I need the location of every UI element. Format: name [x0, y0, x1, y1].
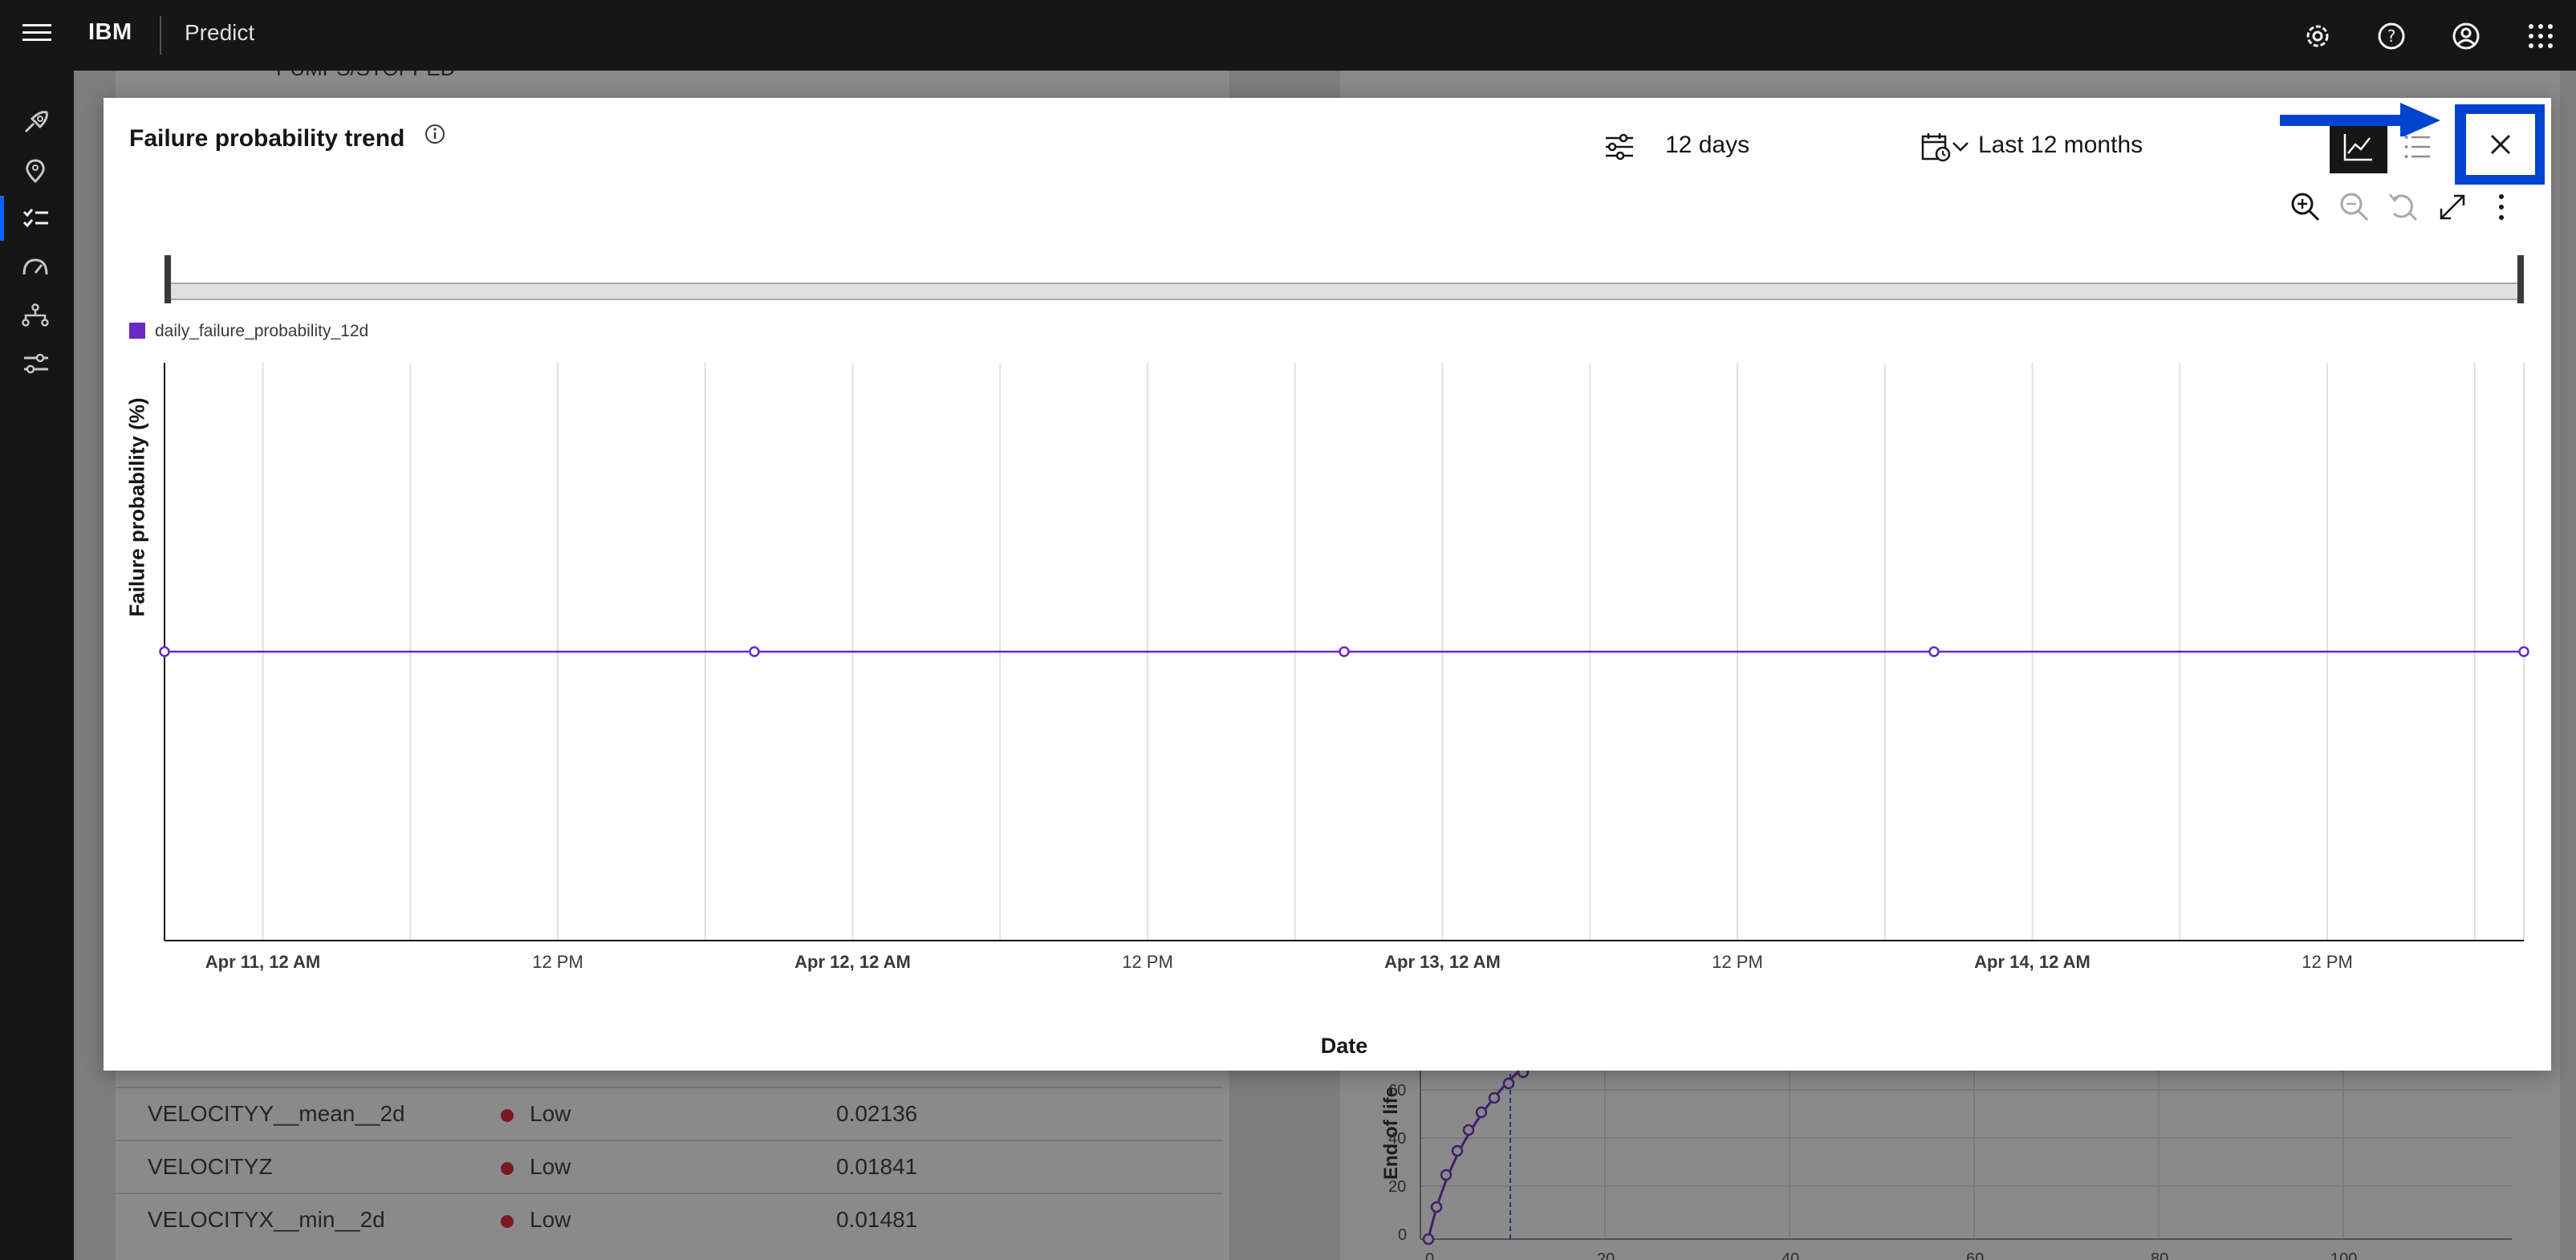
data-point: [159, 646, 170, 657]
sidebar-item-settings[interactable]: [0, 340, 74, 385]
data-point: [1928, 646, 1940, 657]
x-tick-label: Apr 11, 12 AM: [205, 952, 320, 972]
x-tick-label: 12 PM: [532, 952, 583, 972]
x-tick-label: 12 PM: [2302, 952, 2353, 972]
modal-title: Failure probability trend: [129, 125, 405, 152]
x-tick-label: 12 PM: [1122, 952, 1173, 972]
side-nav: [0, 71, 74, 1260]
help-icon[interactable]: ?: [2373, 18, 2410, 55]
zoom-bar-handle-left[interactable]: [165, 255, 171, 303]
x-tick-label: Apr 14, 12 AM: [1974, 952, 2090, 972]
settings-icon[interactable]: [2299, 18, 2336, 55]
x-axis-title: Date: [1320, 1034, 1368, 1058]
zoom-bar-handle-right[interactable]: [2517, 255, 2524, 303]
maximize-icon[interactable]: [2436, 191, 2468, 223]
x-tick-label: Apr 13, 12 AM: [1384, 952, 1501, 972]
user-icon[interactable]: [2448, 18, 2485, 55]
header-bar: IBM Predict ?: [0, 0, 2576, 71]
sidebar-item-hierarchy[interactable]: [0, 292, 74, 337]
legend-label: daily_failure_probability_12d: [155, 322, 369, 340]
task-list-icon: [22, 209, 48, 228]
sidebar-item-rocket[interactable]: [0, 100, 74, 144]
close-icon: [2490, 134, 2511, 155]
zoom-bar-track[interactable]: [165, 282, 2524, 300]
svg-text:?: ?: [2387, 26, 2396, 46]
dashboard-icon: [22, 258, 48, 275]
data-point: [1339, 646, 1350, 657]
product-name[interactable]: Predict: [185, 20, 254, 46]
sidebar-item-dashboard[interactable]: [0, 244, 74, 289]
failure-probability-modal: Failure probability trend 12 days Last 1…: [104, 98, 2551, 1071]
reset-zoom-icon[interactable]: [2387, 191, 2420, 223]
annotation-arrow: [2280, 103, 2440, 136]
zoom-bar[interactable]: [165, 255, 2524, 303]
x-tick-label: Apr 12, 12 AM: [794, 952, 911, 972]
failure-probability-chart: Apr 11, 12 AM 12 PM Apr 12, 12 AM 12 PM Apr …: [159, 363, 2529, 972]
legend-swatch: [129, 323, 145, 339]
rocket-icon: [24, 111, 48, 133]
header-divider: [160, 16, 161, 55]
settings-adjust-icon: [24, 353, 48, 374]
sidebar-active-indicator: [0, 196, 4, 241]
data-point: [749, 646, 760, 657]
close-button[interactable]: [2466, 114, 2535, 175]
menu-icon[interactable]: [19, 19, 55, 51]
zoom-in-icon[interactable]: [2290, 191, 2322, 223]
list-icon: [2404, 136, 2430, 158]
overflow-menu-icon[interactable]: [2485, 191, 2517, 223]
app-switcher-icon[interactable]: [2522, 18, 2559, 55]
sidebar-item-tasks[interactable]: [0, 196, 74, 241]
period-dropdown-label: 12 days: [1665, 132, 1750, 158]
location-icon: [26, 159, 45, 183]
x-tick-label: 12 PM: [1712, 952, 1763, 972]
brand-name[interactable]: IBM: [88, 19, 132, 46]
zoom-out-icon[interactable]: [2338, 191, 2371, 223]
filter-settings-icon: [1606, 133, 1633, 161]
info-icon[interactable]: [423, 122, 447, 150]
calendar-icon: [1921, 133, 1951, 162]
hierarchy-icon: [22, 303, 49, 327]
range-dropdown-label: Last 12 months: [1978, 132, 2143, 158]
data-point: [2518, 646, 2529, 657]
sidebar-item-locations[interactable]: [0, 148, 74, 193]
